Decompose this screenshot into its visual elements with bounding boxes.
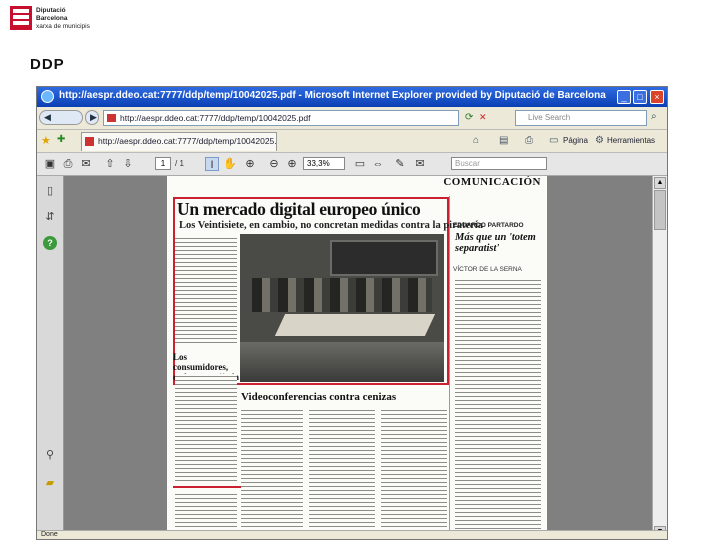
scroll-thumb[interactable]	[654, 190, 666, 230]
fit-width-icon[interactable]: ⇔	[371, 157, 385, 171]
title-bar[interactable]: http://aespr.ddeo.cat:7777/ddp/temp/1004…	[37, 87, 667, 107]
close-button[interactable]: ×	[650, 90, 664, 104]
print-pdf-icon[interactable]: ⎙	[61, 157, 75, 171]
pdf-viewer: ▯ ⇵ ? ⚲ ▰ COMUNICACIÓN Un mercado digita…	[37, 176, 667, 539]
article-headline: Un mercado digital europeo único	[177, 199, 421, 219]
column-rule	[449, 196, 450, 536]
diputacio-logo: Diputació Barcelona xarxa de municipis	[10, 6, 130, 34]
logo-line-2: Barcelona	[36, 15, 68, 22]
logo-line-3: xarxa de municipis	[36, 23, 90, 30]
right-kicker: EDUARDO PARTARDO	[453, 222, 524, 229]
pages-icon[interactable]: ▯	[43, 184, 57, 198]
window-title: http://aespr.ddeo.cat:7777/ddp/temp/1004…	[59, 90, 606, 101]
favorites-star-icon[interactable]: ★	[41, 134, 51, 147]
tab-pdf[interactable]: http://aespr.ddeo.cat:7777/ddp/temp/1004…	[81, 132, 277, 151]
url-text: http://aespr.ddeo.cat:7777/ddp/temp/1004…	[120, 113, 311, 123]
status-bar: Done	[37, 530, 667, 539]
body-column-1	[241, 408, 303, 538]
maximize-button[interactable]: □	[633, 90, 647, 104]
slide-title: DDP	[30, 56, 65, 73]
home-icon[interactable]: ⌂	[473, 135, 479, 146]
caption-title: Videoconferencias contra cenizas	[241, 391, 397, 403]
zoom-tool-icon[interactable]: ⊕	[243, 157, 257, 171]
fit-page-icon[interactable]: ▭	[353, 157, 367, 171]
hand-tool-icon[interactable]: ✋	[223, 157, 237, 171]
body-column-3	[381, 408, 447, 538]
feeds-icon[interactable]: ▤	[499, 135, 508, 146]
find-input[interactable]: Buscar	[451, 157, 547, 170]
photo-people	[252, 278, 432, 312]
article-photo	[240, 234, 444, 382]
ie-icon	[41, 90, 54, 103]
right-column-text	[455, 278, 541, 538]
attachment-clip-icon[interactable]: ⚲	[43, 448, 57, 462]
browser-window: http://aespr.ddeo.cat:7777/ddp/temp/1004…	[36, 86, 668, 540]
photo-table	[274, 314, 436, 336]
tools-gear-icon[interactable]: ⚙	[595, 135, 604, 146]
prev-page-icon[interactable]: ⇧	[103, 157, 117, 171]
left-column-text	[175, 236, 237, 344]
tab-bar: ★ ✚ http://aespr.ddeo.cat:7777/ddp/temp/…	[37, 130, 667, 153]
logo-mark-icon	[10, 6, 32, 30]
zoom-in-icon[interactable]: ⊕	[285, 157, 299, 171]
page-number-input[interactable]: 1	[155, 157, 171, 170]
section-heading: COMUNICACIÓN	[443, 176, 541, 188]
print-icon[interactable]: ⎙	[525, 135, 533, 146]
photo-screen	[330, 240, 438, 276]
page-icon[interactable]: ▭	[549, 135, 558, 146]
forward-button[interactable]: ▶	[85, 110, 99, 125]
add-favorite-icon[interactable]: ✚	[57, 134, 65, 145]
right-column-title: Más que un 'totem separatist'	[455, 232, 536, 254]
url-input[interactable]: http://aespr.ddeo.cat:7777/ddp/temp/1004…	[103, 110, 459, 126]
next-page-icon[interactable]: ⇩	[121, 157, 135, 171]
minimize-button[interactable]: _	[617, 90, 631, 104]
comments-icon[interactable]: ▰	[43, 476, 57, 490]
page-total: / 1	[175, 159, 184, 168]
address-bar: ◀ ▶ http://aespr.ddeo.cat:7777/ddp/temp/…	[37, 107, 667, 130]
search-icon[interactable]: ⌕	[651, 111, 657, 122]
search-input[interactable]: Live Search	[515, 110, 647, 126]
pdf-toolbar: ▣ ⎙ ✉ ⇧ ⇩ 1 / 1 I ✋ ⊕ ⊖ ⊕ 33,3% ▭ ⇔ ✎ ✉ …	[37, 153, 667, 176]
tab-title: http://aespr.ddeo.cat:7777/ddp/temp/1004…	[98, 136, 277, 146]
page-menu[interactable]: Página	[563, 136, 588, 145]
zoom-select[interactable]: 33,3%	[303, 157, 345, 170]
back-arrow-icon: ◀	[44, 112, 51, 122]
red-divider	[173, 486, 243, 488]
stop-icon[interactable]: ✕	[479, 112, 487, 123]
vertical-scrollbar[interactable]: ▲ ▼	[652, 176, 667, 539]
email-icon[interactable]: ✉	[79, 157, 93, 171]
refresh-icon[interactable]: ⟳	[465, 112, 473, 123]
navigation-panel: ▯ ⇵ ? ⚲ ▰	[37, 176, 64, 539]
attachments-icon[interactable]: ⇵	[43, 210, 57, 224]
zoom-out-icon[interactable]: ⊖	[267, 157, 281, 171]
article-subhead: Los Veintisiete, en cambio, no concretan…	[179, 220, 483, 231]
photo-floor	[240, 342, 444, 382]
forward-arrow-icon: ▶	[90, 112, 97, 122]
save-icon[interactable]: ▣	[43, 157, 57, 171]
tab-page-icon	[85, 137, 94, 146]
comment-icon[interactable]: ✉	[413, 157, 427, 171]
select-tool-icon[interactable]: I	[205, 157, 219, 171]
tools-menu[interactable]: Herramientas	[607, 136, 655, 145]
right-column-author: VÍCTOR DE LA SERNA	[453, 266, 522, 273]
sidebar-text	[175, 374, 237, 484]
pdf-page-icon	[107, 114, 116, 122]
back-button[interactable]: ◀	[39, 110, 83, 125]
help-icon[interactable]: ?	[43, 236, 57, 250]
newspaper-page: COMUNICACIÓN Un mercado digital europeo …	[167, 176, 547, 539]
sign-icon[interactable]: ✎	[393, 157, 407, 171]
body-column-2	[309, 408, 375, 538]
scroll-up-icon[interactable]: ▲	[654, 177, 666, 189]
logo-line-1: Diputació	[36, 7, 66, 14]
